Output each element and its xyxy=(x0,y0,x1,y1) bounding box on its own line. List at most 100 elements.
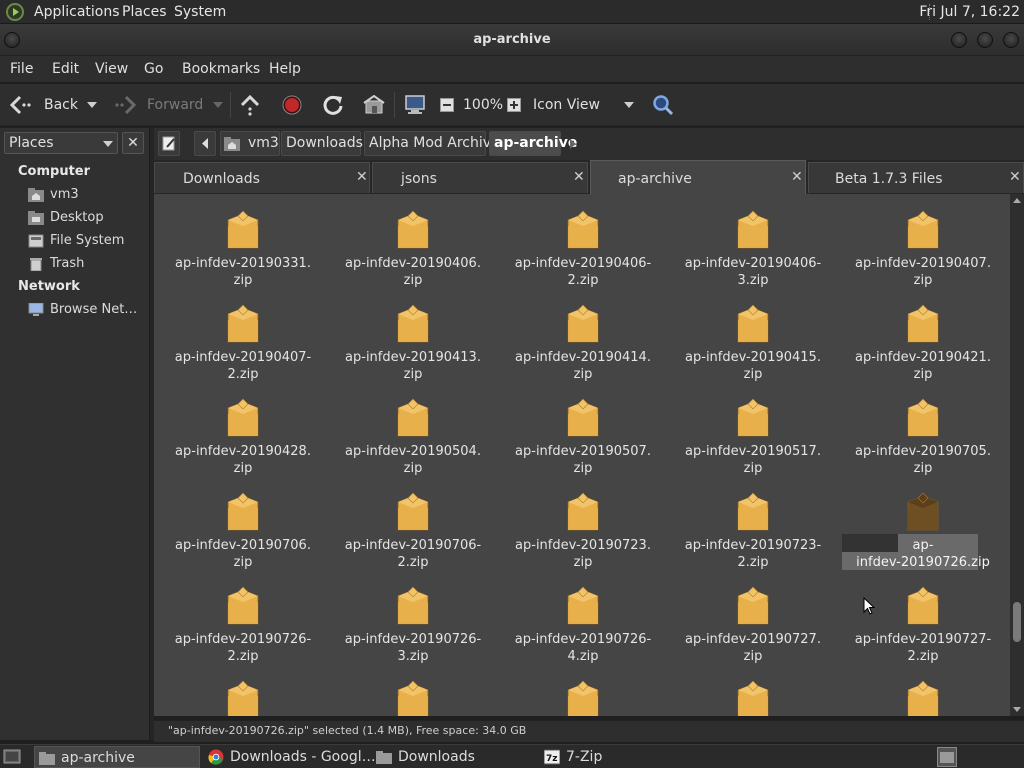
file-item[interactable]: ap-infdev-20190727- 2.zip xyxy=(838,576,1008,670)
back-arrow-icon[interactable] xyxy=(10,95,32,115)
scroll-down-arrow-icon[interactable] xyxy=(1013,707,1021,712)
tab-ap-archive[interactable]: ap-archive ✕ xyxy=(590,160,806,194)
file-item[interactable]: ap-infdev-20190723. zip xyxy=(498,482,668,576)
menu-file[interactable]: File xyxy=(10,61,33,77)
sidebar-item-desktop[interactable]: Desktop xyxy=(28,209,146,229)
file-item[interactable] xyxy=(838,670,1008,716)
file-item[interactable]: ap-infdev-20190407. zip xyxy=(838,200,1008,294)
menu-go[interactable]: Go xyxy=(144,61,163,77)
menu-view[interactable]: View xyxy=(95,61,128,77)
file-item[interactable]: ap-infdev-20190428. zip xyxy=(158,388,328,482)
scroll-up-arrow-icon[interactable] xyxy=(1013,198,1021,203)
taskbar-item-downloads[interactable]: Downloads xyxy=(372,746,538,768)
taskbar-item-ap-archive[interactable]: ap-archive xyxy=(34,746,200,768)
computer-icon[interactable] xyxy=(404,94,426,116)
forward-history-dropdown[interactable] xyxy=(213,102,223,108)
close-tab-icon[interactable]: ✕ xyxy=(573,169,585,185)
forward-arrow-icon[interactable] xyxy=(114,95,136,115)
sidebar-item-vm3[interactable]: vm3 xyxy=(28,186,146,206)
places-menu[interactable]: Places xyxy=(122,4,167,20)
file-item[interactable]: ap-infdev-20190331. zip xyxy=(158,200,328,294)
file-item[interactable]: ap-infdev-20190726.zip xyxy=(838,482,1008,576)
archive-file-icon xyxy=(737,586,769,625)
back-history-dropdown[interactable] xyxy=(87,102,97,108)
breadcrumb-vm3[interactable]: vm3 xyxy=(220,131,280,156)
view-mode-select[interactable]: Icon View xyxy=(533,97,600,113)
zoom-out-icon[interactable] xyxy=(440,98,454,112)
close-tab-icon[interactable]: ✕ xyxy=(1009,169,1021,185)
file-item[interactable]: ap-infdev-20190415. zip xyxy=(668,294,838,388)
file-item[interactable] xyxy=(668,670,838,716)
home-icon[interactable] xyxy=(363,95,385,115)
forward-button[interactable]: Forward xyxy=(147,97,203,113)
file-item[interactable]: ap-infdev-20190507. zip xyxy=(498,388,668,482)
menu-bookmarks[interactable]: Bookmarks xyxy=(182,61,260,77)
file-item[interactable]: ap-infdev-20190406- 3.zip xyxy=(668,200,838,294)
menu-edit[interactable]: Edit xyxy=(52,61,79,77)
close-window-icon[interactable] xyxy=(1003,32,1019,48)
zoom-in-icon[interactable] xyxy=(507,98,521,112)
view-mode-dropdown[interactable] xyxy=(624,102,634,108)
taskbar: ap-archive Downloads - Googl… Downloads … xyxy=(0,744,1024,768)
file-item[interactable]: ap-infdev-20190406. zip xyxy=(328,200,498,294)
maximize-icon[interactable] xyxy=(977,32,993,48)
close-tab-icon[interactable]: ✕ xyxy=(356,169,368,185)
file-item[interactable]: ap-infdev-20190727. zip xyxy=(668,576,838,670)
window-titlebar[interactable]: ap-archive xyxy=(0,24,1024,56)
file-item[interactable]: ap-infdev-20190726- 4.zip xyxy=(498,576,668,670)
stop-icon[interactable] xyxy=(282,95,302,115)
file-item[interactable]: ap-infdev-20190517. zip xyxy=(668,388,838,482)
tab-jsons[interactable]: jsons ✕ xyxy=(372,162,588,193)
file-item[interactable] xyxy=(158,670,328,716)
vertical-scrollbar[interactable] xyxy=(1010,194,1024,716)
location-edit-toggle[interactable] xyxy=(158,131,180,156)
system-menu[interactable]: System xyxy=(174,4,226,20)
clock[interactable]: Fri Jul 7, 16:22 xyxy=(919,4,1020,20)
scrollbar-thumb[interactable] xyxy=(1013,602,1021,642)
file-item[interactable]: ap-infdev-20190504. zip xyxy=(328,388,498,482)
breadcrumb-scroll-left[interactable] xyxy=(194,131,216,156)
file-item[interactable]: ap-infdev-20190407- 2.zip xyxy=(158,294,328,388)
file-item[interactable] xyxy=(328,670,498,716)
tab-label: Beta 1.7.3 Files xyxy=(835,171,943,187)
file-item[interactable]: ap-infdev-20190705. zip xyxy=(838,388,1008,482)
sidebar-item-trash[interactable]: Trash xyxy=(28,255,146,275)
reload-icon[interactable] xyxy=(322,94,344,116)
sidebar-item-browse-network[interactable]: Browse Net… xyxy=(28,301,146,321)
close-tab-icon[interactable]: ✕ xyxy=(791,169,803,185)
file-item[interactable]: ap-infdev-20190726- 2.zip xyxy=(158,576,328,670)
close-sidebar-button[interactable]: ✕ xyxy=(122,132,144,154)
file-item[interactable] xyxy=(498,670,668,716)
distro-logo-icon[interactable] xyxy=(6,3,24,21)
file-item[interactable]: ap-infdev-20190421. zip xyxy=(838,294,1008,388)
menu-help[interactable]: Help xyxy=(269,61,301,77)
zoom-level[interactable]: 100% xyxy=(463,97,503,113)
search-icon[interactable] xyxy=(652,94,674,116)
file-item[interactable]: ap-infdev-20190726- 3.zip xyxy=(328,576,498,670)
applications-menu[interactable]: Applications xyxy=(34,4,120,20)
file-name: ap-infdev-20190407- 2.zip xyxy=(158,349,328,383)
up-arrow-icon[interactable] xyxy=(240,94,260,116)
file-item[interactable]: ap-infdev-20190723- 2.zip xyxy=(668,482,838,576)
tab-beta-1-7-3-files[interactable]: Beta 1.7.3 Files ✕ xyxy=(808,162,1024,193)
tab-downloads[interactable]: Downloads ✕ xyxy=(154,162,370,193)
sidebar-type-select[interactable]: Places xyxy=(4,132,118,154)
breadcrumb-alpha-mod-archive[interactable]: Alpha Mod Archive xyxy=(364,131,500,156)
breadcrumb-ap-archive[interactable]: ap-archive xyxy=(489,131,577,156)
breadcrumb-downloads[interactable]: Downloads xyxy=(281,131,363,156)
taskbar-item-label: 7-Zip xyxy=(566,749,603,765)
back-button[interactable]: Back xyxy=(44,97,78,113)
taskbar-item-7zip[interactable]: 7z 7-Zip xyxy=(540,746,706,768)
chevron-right-icon[interactable] xyxy=(568,137,578,151)
taskbar-item-downloads-chrome[interactable]: Downloads - Googl… xyxy=(204,746,376,768)
file-item[interactable]: ap-infdev-20190706. zip xyxy=(158,482,328,576)
workspace-switcher-icon[interactable] xyxy=(937,747,957,767)
file-item[interactable]: ap-infdev-20190406- 2.zip xyxy=(498,200,668,294)
file-item[interactable]: ap-infdev-20190413. zip xyxy=(328,294,498,388)
sidebar-item-file-system[interactable]: File System xyxy=(28,232,146,252)
file-icon-view[interactable]: ap-infdev-20190331. zip ap-infdev-20190406… xyxy=(154,194,1010,716)
file-item[interactable]: ap-infdev-20190414. zip xyxy=(498,294,668,388)
minimize-icon[interactable] xyxy=(951,32,967,48)
show-desktop-icon[interactable] xyxy=(3,748,21,766)
file-item[interactable]: ap-infdev-20190706- 2.zip xyxy=(328,482,498,576)
